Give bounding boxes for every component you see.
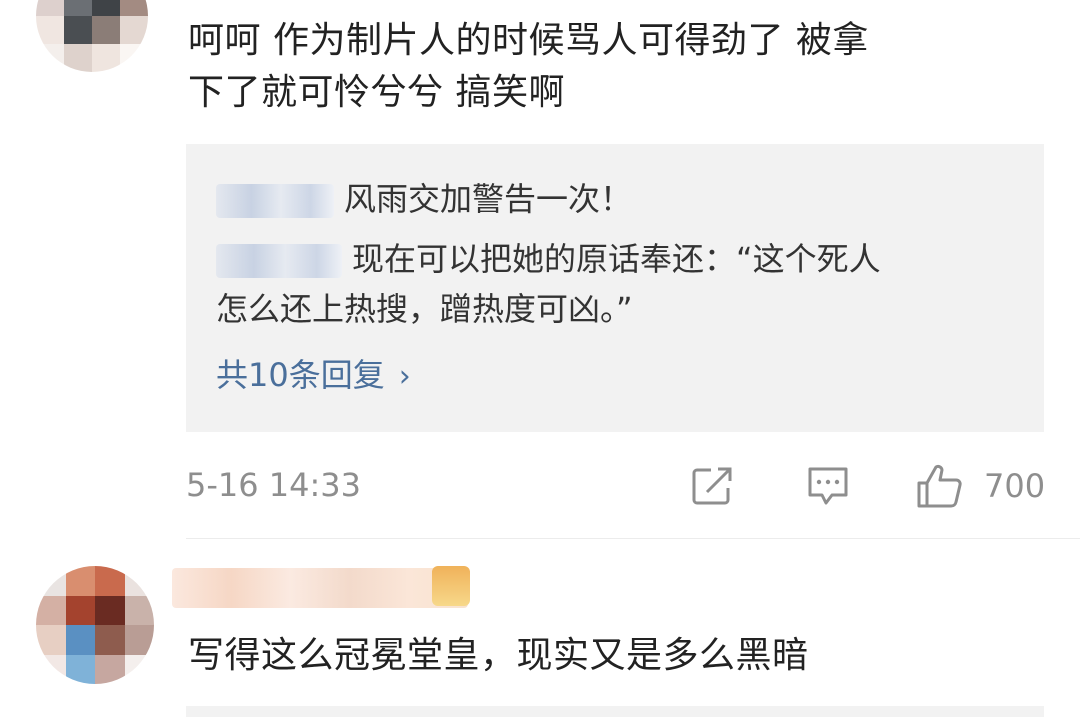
view-all-replies-link[interactable]: 共10条回复 › — [216, 350, 411, 402]
reply-item[interactable]: 风雨交加警告一次！ — [216, 174, 1004, 224]
reply-preview-box[interactable] — [186, 706, 1044, 717]
comment-text: 呵呵 作为制片人的时候骂人可得劲了 被拿 下了就可怜兮兮 搞笑啊 — [188, 15, 1048, 119]
user-badge-icon — [432, 566, 470, 606]
reply-text: 怎么还上热搜，蹭热度可凶。” — [216, 290, 633, 328]
share-icon — [692, 467, 732, 505]
user-avatar[interactable] — [36, 0, 148, 72]
reply-text: 风雨交加警告一次！ — [344, 180, 633, 218]
share-button[interactable] — [691, 460, 735, 512]
comment-text-line: 下了就可怜兮兮 搞笑啊 — [188, 72, 565, 113]
reply-preview-box[interactable]: 风雨交加警告一次！ 现在可以把她的原话奉还：“这个死人 怎么还上热搜，蹭热度可凶… — [186, 144, 1044, 432]
reply-text: 现在可以把她的原话奉还：“这个死人 — [352, 240, 881, 278]
comment-text-line: 呵呵 作为制片人的时候骂人可得劲了 被拿 — [188, 20, 869, 61]
chevron-right-icon: › — [398, 359, 411, 394]
username-blurred[interactable] — [172, 568, 468, 608]
comment-button[interactable] — [806, 460, 850, 512]
comment-icon — [808, 467, 848, 505]
comment-timestamp: 5-16 14:33 — [186, 466, 362, 504]
like-button[interactable]: 700 — [916, 460, 1045, 512]
comment-text: 写得这么冠冕堂皇，现实又是多么黑暗 — [188, 635, 809, 676]
thumbs-up-icon — [917, 464, 962, 508]
reply-username-blurred[interactable] — [216, 184, 334, 218]
reply-username-blurred[interactable] — [216, 244, 342, 278]
user-avatar[interactable] — [36, 566, 154, 684]
reply-item[interactable]: 现在可以把她的原话奉还：“这个死人 怎么还上热搜，蹭热度可凶。” — [216, 234, 1004, 334]
like-count: 700 — [984, 467, 1046, 505]
more-replies-label: 共10条回复 — [216, 356, 385, 394]
comment-divider — [186, 538, 1080, 539]
comment-meta-row: 5-16 14:33 700 — [186, 460, 1045, 512]
